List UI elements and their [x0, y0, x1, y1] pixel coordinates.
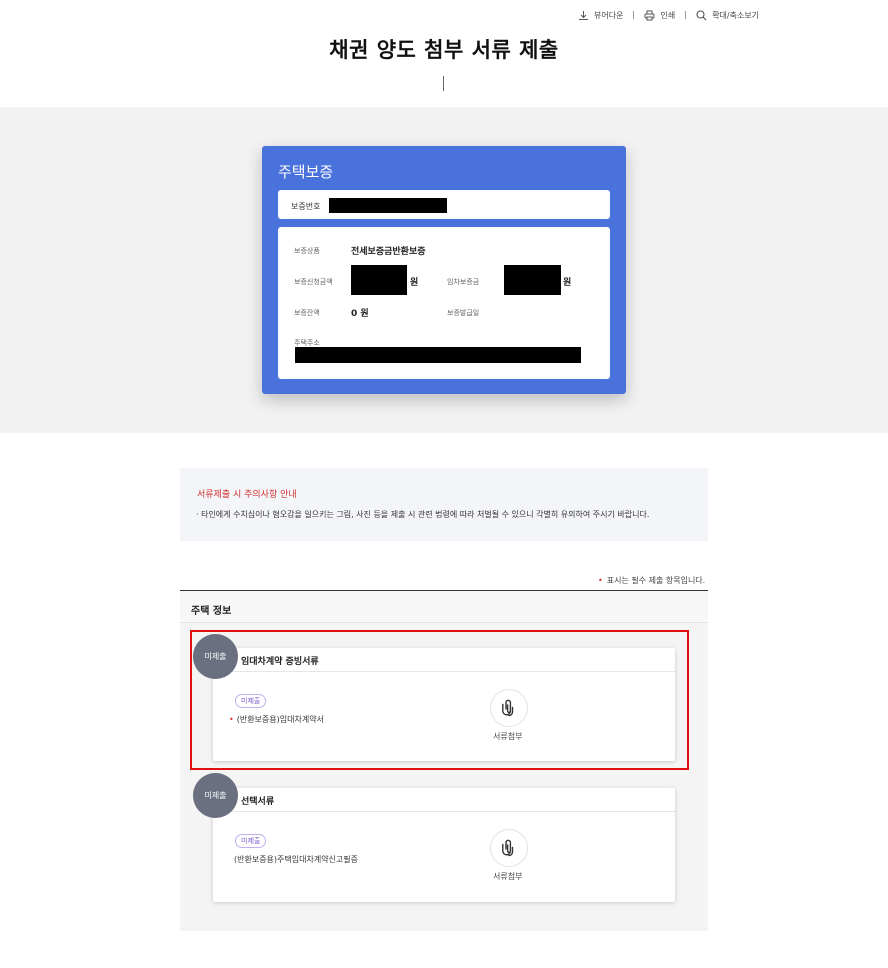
issue-date-label: 보증발급일 [447, 309, 480, 317]
highlight-box [190, 630, 689, 770]
apply-amount-label: 보증신청금액 [294, 278, 333, 286]
deposit-label: 임차보증금 [447, 278, 480, 286]
print-button[interactable]: 인쇄 [644, 10, 675, 21]
printer-icon [644, 10, 655, 20]
doc-card-title: 선택서류 [241, 797, 275, 807]
doc-name-text: (반환보증용)주택임대차계약신고필증 [234, 855, 359, 864]
required-note-text: 표시는 필수 제출 항목입니다. [606, 576, 706, 585]
notice-box [180, 468, 708, 541]
doc-card-optional: 선택서류 미제출 (반환보증용)주택임대차계약신고필증 서류첨부 [213, 788, 675, 902]
balance-label: 보증잔액 [294, 309, 320, 317]
deposit-unit: 원 [563, 278, 572, 288]
toolbar-divider [633, 11, 635, 19]
redacted-apply-amount [351, 265, 407, 295]
paperclip-icon [502, 839, 514, 857]
zoom-label: 확대/축소보기 [712, 10, 760, 20]
attach-label: 서류첨부 [493, 872, 523, 881]
notice-title: 서류제출 시 주의사항 안내 [197, 490, 297, 500]
status-badge: 미제출 [193, 773, 238, 818]
balance-value: 0 원 [351, 309, 369, 319]
top-toolbar: 뷰어다운 인쇄 확대/축소보기 [578, 8, 759, 22]
viewer-download-button[interactable]: 뷰어다운 [578, 10, 623, 21]
viewer-download-label: 뷰어다운 [594, 10, 624, 20]
required-mark: • [598, 576, 603, 585]
notice-text: · 타인에게 수치심이나 혐오감을 일으키는 그림, 사진 등을 제출 시 관련… [196, 510, 650, 519]
redacted-deposit [504, 265, 561, 295]
page-title: 채권 양도 첨부 서류 제출 [329, 38, 559, 62]
section-title: 주택 정보 [191, 606, 232, 617]
section-header [180, 591, 708, 623]
required-note: • 표시는 필수 제출 항목입니다. [598, 575, 705, 586]
status-pill: 미제출 [235, 834, 267, 848]
title-divider [443, 76, 444, 91]
apply-amount-unit: 원 [410, 278, 419, 288]
doc-name: (반환보증용)주택임대차계약신고필증 [234, 854, 358, 865]
attach-button[interactable] [490, 829, 528, 867]
toolbar-divider [685, 11, 687, 19]
guarantee-number-label: 보증번호 [291, 202, 321, 211]
print-label: 인쇄 [660, 10, 676, 20]
product-value: 전세보증금반환보증 [351, 247, 426, 257]
redacted-address [295, 347, 581, 363]
doc-card-header [213, 788, 675, 812]
product-label: 보증상품 [294, 247, 320, 255]
download-icon [579, 10, 588, 20]
search-icon [696, 9, 707, 20]
guarantee-card-title: 주택보증 [278, 163, 334, 181]
redacted-guarantee-number [329, 198, 447, 213]
zoom-button[interactable]: 확대/축소보기 [696, 9, 760, 21]
